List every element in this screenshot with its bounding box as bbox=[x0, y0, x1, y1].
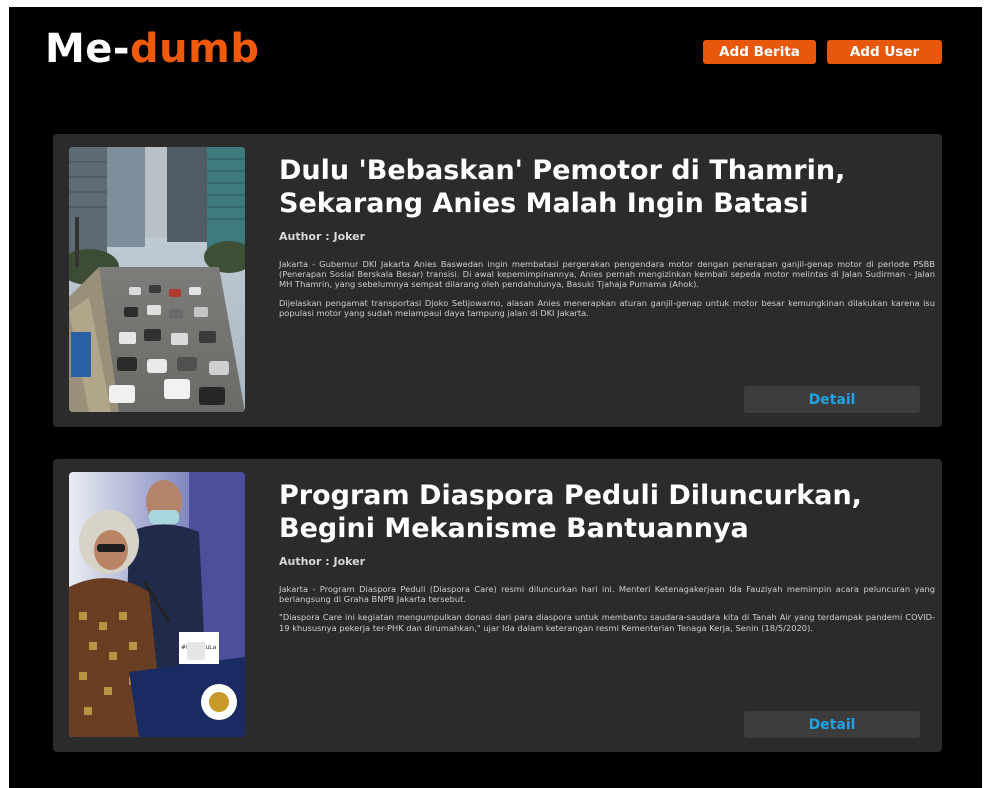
article-card: Dulu 'Bebaskan' Pemotor di Thamrin, Seka… bbox=[53, 134, 942, 427]
article-body: Jakarta - Gubernur DKI Jakarta Anies Bas… bbox=[279, 259, 935, 326]
add-berita-button[interactable]: Add Berita bbox=[703, 40, 816, 64]
logo-text-me: Me- bbox=[45, 26, 131, 72]
article-card: #BersatuLa Program Diaspora Peduli Dilun… bbox=[53, 459, 942, 752]
article-paragraph: Jakarta - Program Diaspora Peduli (Diasp… bbox=[279, 584, 935, 605]
detail-button[interactable]: Detail bbox=[744, 386, 920, 413]
article-paragraph: Dijelaskan pengamat transportasi Djoko S… bbox=[279, 297, 935, 318]
article-body: Jakarta - Program Diaspora Peduli (Diasp… bbox=[279, 584, 935, 641]
app-window: Me-dumb Add Berita Add User Dulu 'Bebask… bbox=[9, 7, 982, 788]
article-paragraph: Jakarta - Gubernur DKI Jakarta Anies Bas… bbox=[279, 259, 935, 290]
add-user-button[interactable]: Add User bbox=[827, 40, 942, 64]
article-image-press-conference: #BersatuLa bbox=[69, 472, 245, 737]
logo[interactable]: Me-dumb bbox=[45, 26, 259, 72]
article-author: Author : Joker bbox=[279, 230, 366, 243]
article-title[interactable]: Program Diaspora Peduli Diluncurkan, Beg… bbox=[279, 479, 919, 545]
article-paragraph: "Diaspora Care ini kegiatan mengumpulkan… bbox=[279, 612, 935, 633]
detail-button[interactable]: Detail bbox=[744, 711, 920, 738]
article-title[interactable]: Dulu 'Bebaskan' Pemotor di Thamrin, Seka… bbox=[279, 154, 919, 220]
article-image-traffic bbox=[69, 147, 245, 412]
logo-text-dumb: dumb bbox=[130, 26, 260, 72]
article-author: Author : Joker bbox=[279, 555, 366, 568]
